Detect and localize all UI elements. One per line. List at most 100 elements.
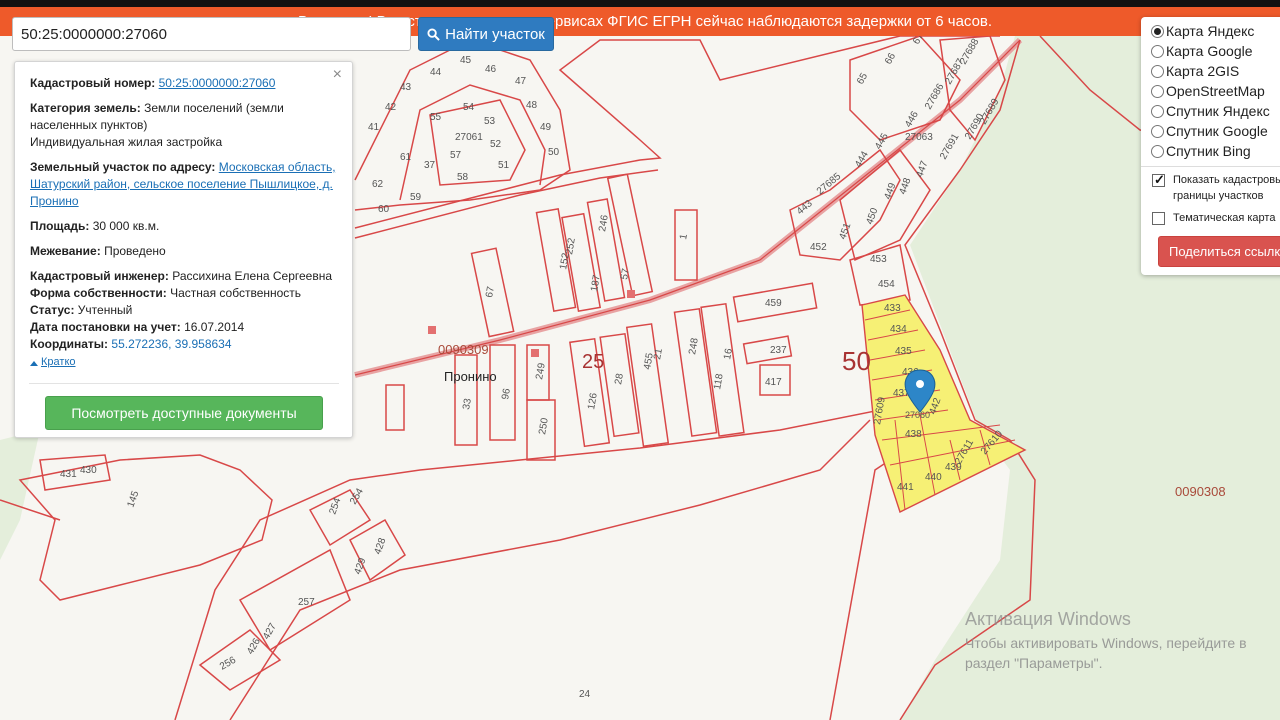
thematic-map-checkbox[interactable]	[1152, 212, 1165, 225]
svg-text:430: 430	[80, 465, 97, 476]
windows-activation-text: Чтобы активировать Windows, перейдите в …	[965, 635, 1247, 671]
coordinates-value[interactable]: 55.272236, 39.958634	[111, 337, 231, 351]
svg-text:59: 59	[410, 192, 422, 203]
parcel-info-panel: × Кадастровый номер: 50:25:0000000:27060…	[14, 61, 353, 438]
ownership-value: Частная собственность	[170, 286, 302, 300]
thematic-map-label: Тематическая карта	[1173, 212, 1276, 224]
layer-option[interactable]: Карта Яндекс	[1151, 21, 1280, 41]
ownership-label: Форма собственности:	[30, 286, 167, 300]
svg-text:49: 49	[540, 122, 552, 133]
show-borders-checkbox[interactable]	[1152, 172, 1165, 188]
svg-text:48: 48	[526, 100, 538, 111]
caret-up-icon	[30, 360, 38, 366]
svg-text:53: 53	[484, 116, 496, 127]
building-marker	[428, 326, 436, 334]
engineer-label: Кадастровый инженер:	[30, 269, 169, 283]
svg-text:43: 43	[400, 82, 412, 93]
divider	[29, 383, 339, 384]
svg-text:454: 454	[878, 279, 895, 290]
cadastral-number-link[interactable]: 50:25:0000000:27060	[159, 76, 276, 90]
registration-date-value: 16.07.2014	[184, 320, 245, 334]
svg-text:237: 237	[770, 345, 787, 356]
svg-text:441: 441	[897, 482, 914, 493]
svg-text:41: 41	[368, 122, 380, 133]
layer-radio[interactable]	[1151, 124, 1164, 138]
layer-option[interactable]: Спутник Яндекс	[1151, 101, 1280, 121]
layer-label: Карта Google	[1166, 43, 1253, 59]
svg-text:459: 459	[765, 298, 782, 309]
survey-label: Межевание:	[30, 244, 101, 258]
layer-list: Карта Яндекс Карта Google Карта 2GIS OpenSt…	[1151, 21, 1280, 161]
layer-label: Спутник Bing	[1166, 143, 1251, 159]
svg-text:46: 46	[485, 64, 497, 75]
close-icon[interactable]: ×	[333, 66, 342, 83]
layer-option[interactable]: OpenStreetMap	[1151, 81, 1280, 101]
svg-text:453: 453	[870, 254, 887, 265]
svg-text:58: 58	[457, 172, 469, 183]
svg-text:47: 47	[515, 76, 527, 87]
thematic-map-toggle[interactable]: Тематическая карта	[1151, 210, 1280, 226]
svg-text:452: 452	[810, 242, 827, 253]
svg-text:417: 417	[765, 377, 782, 388]
address-label: Земельный участок по адресу:	[30, 160, 216, 174]
district-label-50: 50	[842, 346, 871, 376]
layer-radio[interactable]	[1151, 84, 1164, 98]
svg-text:55: 55	[430, 112, 442, 123]
svg-text:61: 61	[400, 152, 412, 163]
layer-option[interactable]: Карта Google	[1151, 41, 1280, 61]
svg-text:435: 435	[895, 346, 912, 357]
layer-option[interactable]: Карта 2GIS	[1151, 61, 1280, 81]
collapse-link[interactable]: Кратко	[30, 354, 76, 371]
svg-text:257: 257	[298, 597, 315, 608]
svg-text:431: 431	[60, 469, 77, 480]
layer-option[interactable]: Спутник Google	[1151, 121, 1280, 141]
svg-text:434: 434	[890, 324, 907, 335]
svg-text:42: 42	[385, 102, 397, 113]
survey-value: Проведено	[104, 244, 166, 258]
status-value: Учтенный	[77, 303, 133, 317]
windows-activation-title: Активация Windows	[965, 609, 1131, 629]
layer-label: Спутник Яндекс	[1166, 103, 1270, 119]
view-documents-button[interactable]: Посмотреть доступные документы	[45, 396, 323, 430]
cadastral-number-label: Кадастровый номер:	[30, 76, 156, 90]
layer-radio[interactable]	[1151, 64, 1164, 78]
layer-label: OpenStreetMap	[1166, 83, 1265, 99]
layer-radio[interactable]	[1151, 44, 1164, 58]
share-link-button[interactable]: Поделиться ссылкой	[1158, 236, 1280, 267]
show-borders-label: Показать кадастровые границы участков	[1173, 174, 1280, 202]
permitted-use-value: Индивидуальная жилая застройка	[30, 135, 223, 149]
sheet-label-24: 24	[579, 689, 591, 700]
layer-label: Карта Яндекс	[1166, 23, 1255, 39]
svg-text:438: 438	[905, 429, 922, 440]
svg-text:44: 44	[430, 67, 442, 78]
collapse-label: Кратко	[41, 356, 76, 368]
layer-radio[interactable]	[1151, 104, 1164, 118]
status-label: Статус:	[30, 303, 75, 317]
svg-text:51: 51	[498, 160, 510, 171]
map-layers-panel: Карта Яндекс Карта Google Карта 2GIS OpenSt…	[1141, 17, 1280, 275]
layer-radio[interactable]	[1151, 24, 1164, 38]
svg-text:27063: 27063	[905, 132, 933, 143]
svg-text:54: 54	[463, 102, 475, 113]
svg-text:433: 433	[884, 303, 901, 314]
area-label: Площадь:	[30, 219, 90, 233]
village-label: Пронино	[444, 369, 497, 384]
block-code-east: 0090308	[1175, 484, 1226, 499]
svg-text:27060: 27060	[905, 410, 930, 420]
building-marker	[627, 290, 635, 298]
top-strip	[0, 0, 1280, 7]
layer-option[interactable]: Спутник Bing	[1151, 141, 1280, 161]
layer-radio[interactable]	[1151, 144, 1164, 158]
svg-text:45: 45	[460, 55, 472, 66]
divider	[1141, 166, 1280, 167]
layer-label: Карта 2GIS	[1166, 63, 1240, 79]
building-marker	[531, 349, 539, 357]
engineer-value: Рассихина Елена Сергеевна	[172, 269, 333, 283]
show-borders-toggle[interactable]: Показать кадастровыеграницы участков	[1151, 172, 1280, 204]
find-parcel-button[interactable]: Найти участок	[418, 17, 554, 51]
district-label-25: 25	[582, 351, 604, 373]
svg-text:62: 62	[372, 179, 384, 190]
svg-text:50: 50	[548, 147, 560, 158]
layer-label: Спутник Google	[1166, 123, 1268, 139]
cadastral-search-input[interactable]	[12, 17, 411, 51]
